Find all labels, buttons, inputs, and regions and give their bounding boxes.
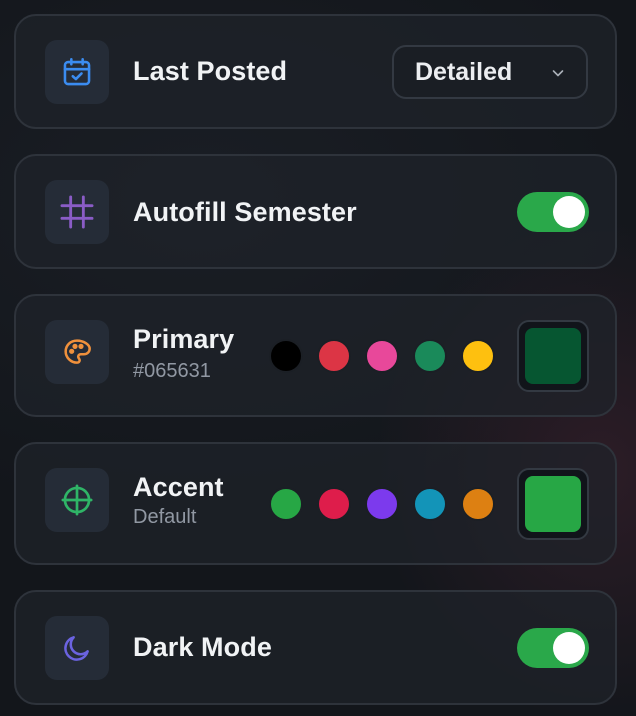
accent-swatch-purple[interactable] xyxy=(365,487,399,521)
accent-color-preview[interactable] xyxy=(517,468,589,540)
accent-swatch-orange[interactable] xyxy=(461,487,495,521)
last-posted-title: Last Posted xyxy=(133,56,288,86)
primary-swatch-green[interactable] xyxy=(413,339,447,373)
autofill-semester-toggle[interactable] xyxy=(517,192,589,232)
accent-color-preview-fill xyxy=(525,476,581,532)
toggle-knob xyxy=(553,196,585,228)
primary-swatch-yellow[interactable] xyxy=(461,339,495,373)
autofill-semester-title: Autofill Semester xyxy=(133,197,357,227)
accent-swatch-teal[interactable] xyxy=(413,487,447,521)
moon-icon-box xyxy=(45,616,109,680)
dark-mode-title: Dark Mode xyxy=(133,632,272,662)
primary-color-preview-fill xyxy=(525,328,581,384)
palette-icon-box xyxy=(45,320,109,384)
grid-icon-box xyxy=(45,180,109,244)
primary-swatch-black[interactable] xyxy=(269,339,303,373)
last-posted-select-value: Detailed xyxy=(415,57,513,86)
autofill-semester-card: Autofill Semester xyxy=(14,154,617,269)
dark-mode-toggle[interactable] xyxy=(517,628,589,668)
primary-swatch-pink[interactable] xyxy=(365,339,399,373)
toggle-knob xyxy=(553,632,585,664)
primary-hex-value: #065631 xyxy=(133,360,211,382)
last-posted-card: Last Posted Detailed xyxy=(14,14,617,129)
primary-color-card: Primary #065631 xyxy=(14,294,617,417)
accent-subtitle: Default xyxy=(133,506,197,528)
dark-mode-card: Dark Mode xyxy=(14,590,617,705)
primary-swatch-red[interactable] xyxy=(317,339,351,373)
grid-hash-icon xyxy=(60,195,94,229)
last-posted-select[interactable]: Detailed xyxy=(392,45,588,99)
palette-icon xyxy=(64,339,91,364)
crosshair-icon-box xyxy=(45,468,109,532)
moon-icon xyxy=(64,636,89,661)
accent-swatch-crimson[interactable] xyxy=(317,487,351,521)
primary-color-preview[interactable] xyxy=(517,320,589,392)
calendar-check-icon xyxy=(63,57,91,86)
accent-swatch-green[interactable] xyxy=(269,487,303,521)
primary-title: Primary xyxy=(133,324,235,354)
accent-title: Accent xyxy=(133,472,224,502)
accent-color-card: Accent Default xyxy=(14,442,617,565)
calendar-icon-box xyxy=(45,40,109,104)
chevron-down-icon xyxy=(552,70,564,77)
crosshair-icon xyxy=(61,484,93,516)
